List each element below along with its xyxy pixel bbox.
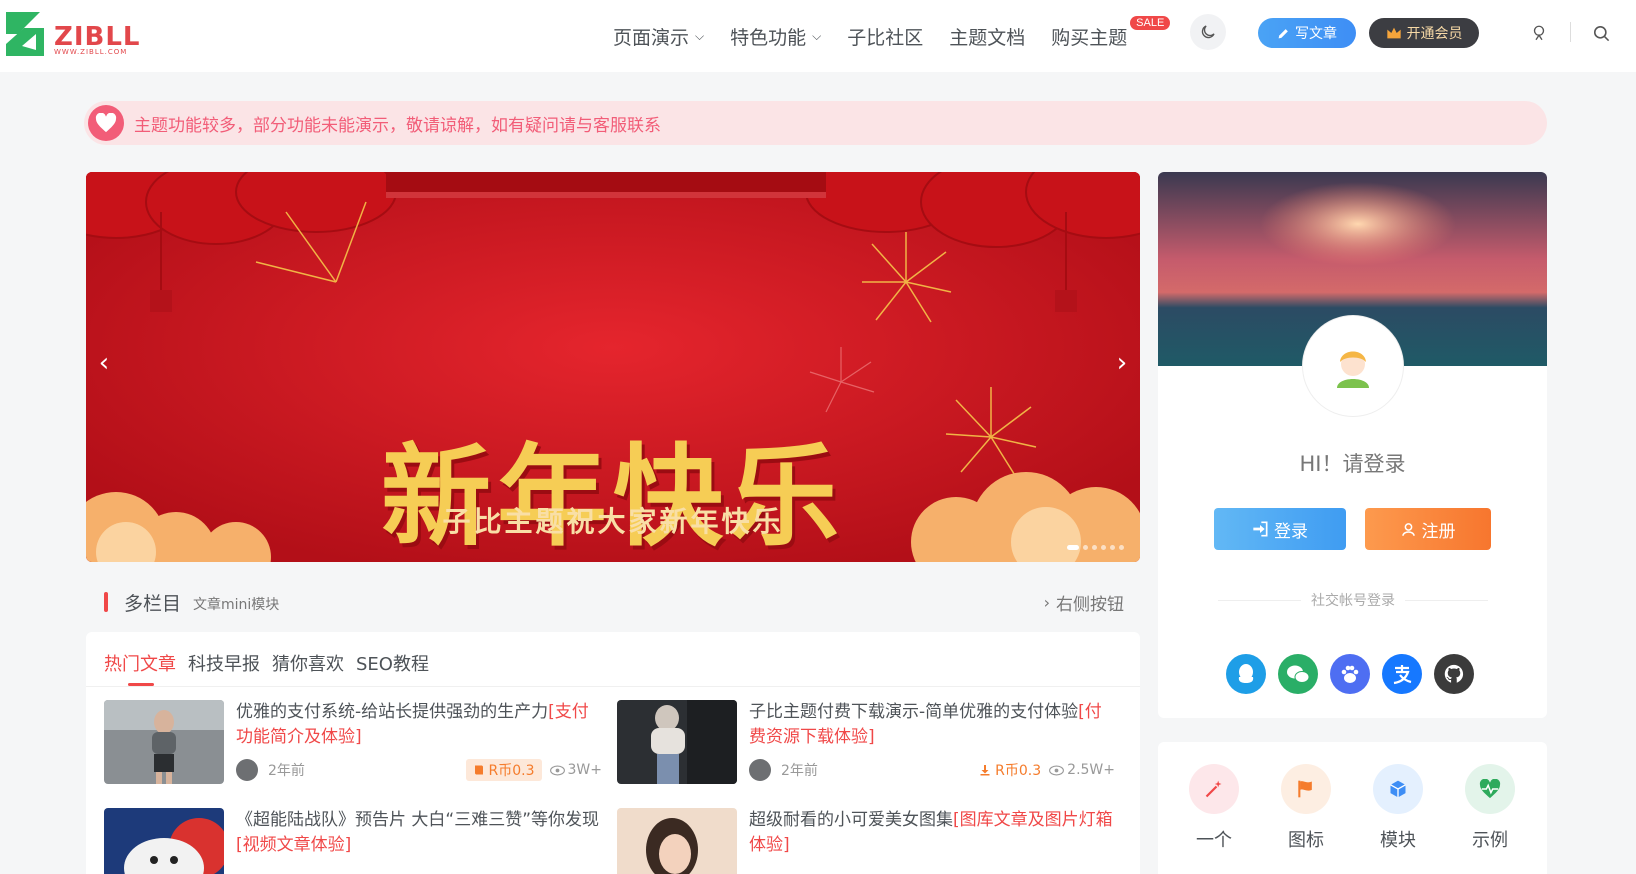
slider-dot[interactable] [1083, 545, 1088, 550]
section-title: 多栏目 [124, 592, 182, 615]
header-divider [1570, 22, 1571, 42]
magic-wand-icon [1189, 764, 1239, 814]
notice-bar[interactable]: 主题功能较多，部分功能未能演示，敬请谅解，如有疑问请与客服联系 [84, 101, 1547, 145]
heart-pulse-icon [1465, 764, 1515, 814]
icon-link-item[interactable]: 模块 [1366, 764, 1430, 852]
chevron-right-icon: › [1043, 592, 1050, 612]
view-count: 3W+ [549, 762, 602, 778]
post-title[interactable]: 《超能陆战队》预告片 大白“三难三赞”等你发现[视频文章体验] [236, 808, 602, 858]
list-item[interactable]: 子比主题付费下载演示-简单优雅的支付体验[付费资源下载体验] 2年前 R币0.3… [617, 700, 1117, 786]
nav-item-docs[interactable]: 主题文档 [936, 23, 1038, 50]
register-button[interactable]: 注册 [1365, 508, 1491, 550]
article-panel: 热门文章 科技早报 猜你喜欢 SEO教程 优雅的支付系统-给站长提供强劲的生产力… [86, 632, 1140, 874]
slider-dot[interactable] [1092, 545, 1097, 550]
site-logo[interactable]: ZIBLL WWW.ZIBLL.COM [4, 10, 154, 56]
eye-icon [549, 765, 565, 775]
dark-mode-toggle[interactable] [1190, 14, 1226, 50]
login-greeting: HI！请登录 [1299, 452, 1406, 476]
icon-link-item[interactable]: 图标 [1274, 764, 1338, 852]
pencil-icon [1278, 28, 1288, 38]
icon-link-item[interactable]: 一个 [1182, 764, 1246, 852]
cube-icon [1373, 764, 1423, 814]
write-article-button[interactable]: 写文章 [1258, 18, 1356, 48]
post-time: 2年前 [781, 763, 818, 779]
site-header: ZIBLL WWW.ZIBLL.COM 页面演示 ⌵ 特色功能 ⌵ 子比社区 主题文… [0, 0, 1636, 72]
view-count: 2.5W+ [1049, 762, 1115, 778]
slider-prev-arrow[interactable]: ‹ [94, 348, 114, 378]
tab-guess[interactable]: 猜你喜欢 [272, 650, 344, 676]
banner-slider[interactable]: 新年快乐 子比主题祝大家新年快乐 ‹ › [86, 172, 1140, 562]
social-login-list [1226, 654, 1474, 694]
avatar[interactable] [236, 759, 258, 781]
heart-icon [88, 105, 124, 141]
banner-subtitle: 子比主题祝大家新年快乐 [442, 505, 784, 538]
section-header: 多栏目 文章mini模块 › 右侧按钮 [104, 588, 1124, 616]
icon-links-card: 一个 图标 模块 示例 [1158, 742, 1547, 874]
tabs-divider [86, 686, 1140, 687]
slider-dot[interactable] [1101, 545, 1106, 550]
nav-item-community[interactable]: 子比社区 [834, 23, 936, 50]
logo-mark-icon [6, 12, 44, 56]
download-icon [980, 765, 990, 776]
tab-hot[interactable]: 热门文章 [104, 650, 176, 686]
post-title[interactable]: 超级耐看的小可爱美女图集[图库文章及图片灯箱体验] [749, 808, 1115, 858]
user-icon [1401, 522, 1415, 536]
post-time: 2年前 [268, 763, 305, 779]
post-title[interactable]: 子比主题付费下载演示-简单优雅的支付体验[付费资源下载体验] [749, 700, 1115, 750]
list-item[interactable]: 超级耐看的小可爱美女图集[图库文章及图片灯箱体验] [617, 808, 1117, 874]
book-icon [474, 765, 483, 775]
slider-dot[interactable] [1110, 545, 1115, 550]
avatar[interactable] [1303, 316, 1403, 416]
eye-icon [1049, 765, 1065, 775]
logo-subtext: WWW.ZIBLL.COM [54, 48, 128, 56]
baidu-icon[interactable] [1330, 654, 1370, 694]
moon-icon [1201, 25, 1215, 39]
flag-icon [1281, 764, 1331, 814]
login-button[interactable]: 登录 [1214, 508, 1346, 550]
qq-icon[interactable] [1226, 654, 1266, 694]
slider-dot[interactable] [1067, 545, 1079, 550]
slider-next-arrow[interactable]: › [1112, 348, 1132, 378]
slider-dot[interactable] [1119, 545, 1124, 550]
section-accent-bar [104, 592, 108, 612]
post-thumbnail[interactable] [104, 808, 224, 874]
post-meta: 2年前 R币0.3 3W+ [236, 758, 602, 782]
slider-pagination [1067, 545, 1124, 550]
tab-seo[interactable]: SEO教程 [356, 650, 429, 676]
social-login-label: 社交帐号登录 [1218, 590, 1488, 610]
post-thumbnail[interactable] [104, 700, 224, 784]
user-icon[interactable] [1528, 22, 1550, 44]
section-right-button[interactable]: › 右侧按钮 [1044, 590, 1124, 615]
avatar[interactable] [749, 759, 771, 781]
list-item[interactable]: 优雅的支付系统-给站长提供强劲的生产力[支付功能简介及体验] 2年前 R币0.3… [104, 700, 604, 786]
sign-in-icon [1253, 521, 1268, 537]
github-icon[interactable] [1434, 654, 1474, 694]
search-icon[interactable] [1590, 22, 1612, 44]
chevron-down-icon: ⌵ [812, 28, 822, 43]
post-meta: 2年前 R币0.3 2.5W+ [749, 758, 1115, 782]
nav-item-buy[interactable]: 购买主题 SALE [1038, 15, 1171, 50]
tab-tech[interactable]: 科技早报 [188, 650, 260, 676]
price-badge: R币0.3 [465, 759, 542, 781]
sale-badge: SALE [1130, 15, 1171, 30]
notice-text: 主题功能较多，部分功能未能演示，敬请谅解，如有疑问请与客服联系 [134, 115, 661, 136]
user-login-card: HI！请登录 登录 注册 社交帐号登录 [1158, 172, 1547, 718]
nav-item-page-demo[interactable]: 页面演示 ⌵ [600, 23, 717, 50]
post-thumbnail[interactable] [617, 808, 737, 874]
list-item[interactable]: 《超能陆战队》预告片 大白“三难三赞”等你发现[视频文章体验] [104, 808, 604, 874]
icon-link-item[interactable]: 示例 [1458, 764, 1522, 852]
article-tabs: 热门文章 科技早报 猜你喜欢 SEO教程 [104, 650, 429, 686]
open-vip-button[interactable]: 开通会员 [1369, 18, 1479, 48]
wechat-icon[interactable] [1278, 654, 1318, 694]
nav-item-features[interactable]: 特色功能 ⌵ [717, 23, 834, 50]
price-badge: R币0.3 [979, 759, 1041, 781]
section-subtitle: 文章mini模块 [193, 596, 280, 613]
post-thumbnail[interactable] [617, 700, 737, 784]
main-nav: 页面演示 ⌵ 特色功能 ⌵ 子比社区 主题文档 购买主题 SALE [600, 15, 1171, 54]
default-avatar-icon [1337, 351, 1369, 388]
alipay-icon[interactable] [1382, 654, 1422, 694]
chevron-down-icon: ⌵ [695, 28, 705, 43]
crown-icon [1386, 27, 1401, 39]
post-title[interactable]: 优雅的支付系统-给站长提供强劲的生产力[支付功能简介及体验] [236, 700, 602, 750]
